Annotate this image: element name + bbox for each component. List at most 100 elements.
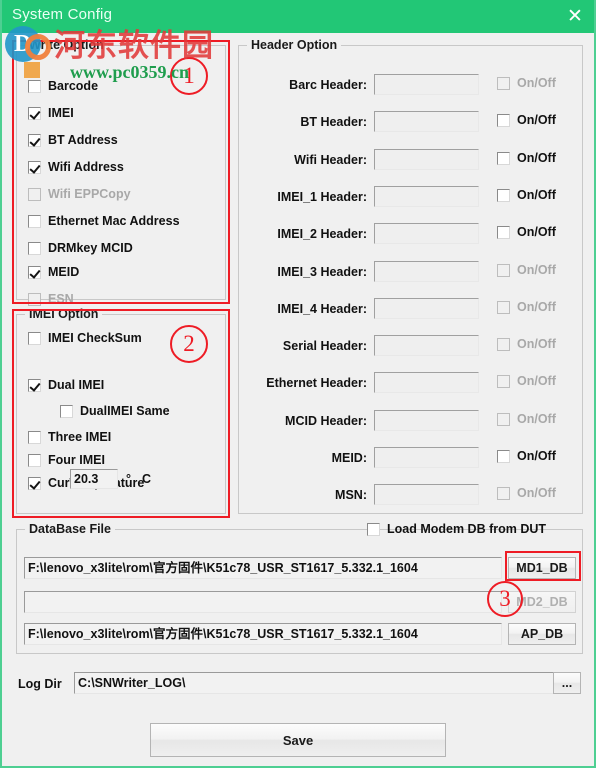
header-label-imei-2-header: IMEI_2 Header: bbox=[277, 227, 367, 241]
imei-option-row-dualimei-same[interactable]: DualIMEI Same bbox=[60, 404, 170, 418]
save-button[interactable]: Save bbox=[150, 723, 446, 757]
header-onoff-label-meid: On/Off bbox=[517, 449, 556, 463]
imei-option-row-four-imei[interactable]: Four IMEI bbox=[28, 453, 105, 467]
checkbox-esn bbox=[28, 292, 41, 306]
header-input-meid[interactable] bbox=[374, 447, 479, 468]
write-option-label-wifi-address: Wifi Address bbox=[48, 160, 124, 174]
imei-option-label-four-imei: Four IMEI bbox=[48, 453, 105, 467]
header-onoff-row-imei-1-header[interactable]: On/Off bbox=[497, 188, 556, 202]
checkbox-drmkey-mcid[interactable] bbox=[28, 241, 41, 255]
write-option-title: Write Option bbox=[25, 38, 108, 52]
checkbox-meid[interactable] bbox=[28, 265, 41, 279]
write-option-row-wifi-eppcopy: Wifi EPPCopy bbox=[28, 187, 131, 201]
header-label-meid: MEID: bbox=[331, 451, 367, 465]
header-onoff-row-bt-header[interactable]: On/Off bbox=[497, 113, 556, 127]
header-onoff-label-serial-header: On/Off bbox=[517, 337, 556, 351]
header-label-imei-1-header: IMEI_1 Header: bbox=[277, 190, 367, 204]
system-config-window: System Config ✕ Write Option Barcode IMEI… bbox=[0, 0, 596, 768]
header-onoff-label-bt-header: On/Off bbox=[517, 113, 556, 127]
header-onoff-checkbox-imei-2-header[interactable] bbox=[497, 225, 510, 239]
write-option-row-barcode[interactable]: Barcode bbox=[28, 79, 98, 93]
header-onoff-checkbox-wifi-header[interactable] bbox=[497, 151, 510, 165]
header-onoff-checkbox-imei-3-header bbox=[497, 263, 510, 277]
db-path-input-ap-db[interactable]: F:\lenovo_x3lite\rom\官方固件\K51c78_USR_ST1… bbox=[24, 623, 502, 645]
header-onoff-label-mcid-header: On/Off bbox=[517, 412, 556, 426]
log-dir-browse-button[interactable]: ... bbox=[553, 672, 581, 694]
header-input-imei-1-header[interactable] bbox=[374, 186, 479, 207]
load-modem-db-checkbox-row[interactable]: Load Modem DB from DUT bbox=[367, 522, 546, 536]
checkbox-imei-checksum[interactable] bbox=[28, 331, 41, 345]
header-label-mcid-header: MCID Header: bbox=[285, 414, 367, 428]
temperature-input[interactable]: 20.3 bbox=[70, 469, 118, 489]
header-onoff-row-wifi-header[interactable]: On/Off bbox=[497, 151, 556, 165]
write-option-row-wifi-address[interactable]: Wifi Address bbox=[28, 160, 124, 174]
header-input-imei-4-header bbox=[374, 298, 479, 319]
header-onoff-row-imei-3-header: On/Off bbox=[497, 263, 556, 277]
write-option-row-meid[interactable]: MEID bbox=[28, 265, 79, 279]
header-onoff-label-barc-header: On/Off bbox=[517, 76, 556, 90]
header-onoff-label-imei-2-header: On/Off bbox=[517, 225, 556, 239]
checkbox-barcode[interactable] bbox=[28, 79, 41, 93]
header-label-bt-header: BT Header: bbox=[300, 115, 367, 129]
imei-option-label-imei-checksum: IMEI CheckSum bbox=[48, 331, 142, 345]
checkbox-wifi-eppcopy bbox=[28, 187, 41, 201]
header-onoff-label-wifi-header: On/Off bbox=[517, 151, 556, 165]
db-path-input-md2-db bbox=[24, 591, 502, 613]
celsius-symbol: C bbox=[142, 472, 152, 486]
header-onoff-checkbox-mcid-header bbox=[497, 412, 510, 426]
header-label-ethernet-header: Ethernet Header: bbox=[266, 376, 367, 390]
header-onoff-checkbox-meid[interactable] bbox=[497, 449, 510, 463]
degree-symbol: ° bbox=[126, 472, 131, 486]
db-button-md1-db[interactable]: MD1_DB bbox=[508, 557, 576, 579]
header-label-barc-header: Barc Header: bbox=[289, 78, 367, 92]
write-option-label-esn: ESN bbox=[48, 292, 74, 306]
db-button-ap-db[interactable]: AP_DB bbox=[508, 623, 576, 645]
header-input-wifi-header[interactable] bbox=[374, 149, 479, 170]
write-option-row-bt-address[interactable]: BT Address bbox=[28, 133, 118, 147]
header-onoff-checkbox-barc-header bbox=[497, 76, 510, 90]
header-input-mcid-header bbox=[374, 410, 479, 431]
checkbox-imei[interactable] bbox=[28, 106, 41, 120]
header-onoff-row-serial-header: On/Off bbox=[497, 337, 556, 351]
header-onoff-checkbox-bt-header[interactable] bbox=[497, 113, 510, 127]
write-option-label-imei: IMEI bbox=[48, 106, 74, 120]
header-onoff-row-imei-2-header[interactable]: On/Off bbox=[497, 225, 556, 239]
imei-option-label-dualimei-same: DualIMEI Same bbox=[80, 404, 170, 418]
header-onoff-row-meid[interactable]: On/Off bbox=[497, 449, 556, 463]
checkbox-bt-address[interactable] bbox=[28, 133, 41, 147]
write-option-row-esn: ESN bbox=[28, 292, 74, 306]
checkbox-four-imei[interactable] bbox=[28, 453, 41, 467]
checkbox-ethernet-mac-address[interactable] bbox=[28, 214, 41, 228]
checkbox-three-imei[interactable] bbox=[28, 430, 41, 444]
write-option-row-ethernet-mac-address[interactable]: Ethernet Mac Address bbox=[28, 214, 180, 228]
header-input-bt-header[interactable] bbox=[374, 111, 479, 132]
log-dir-label: Log Dir bbox=[18, 677, 62, 691]
header-onoff-checkbox-imei-4-header bbox=[497, 300, 510, 314]
write-option-row-imei[interactable]: IMEI bbox=[28, 106, 74, 120]
header-label-serial-header: Serial Header: bbox=[282, 339, 367, 353]
imei-option-row-three-imei[interactable]: Three IMEI bbox=[28, 430, 111, 444]
client-area: Write Option Barcode IMEI BT Address Wifi A… bbox=[2, 33, 594, 764]
window-title: System Config bbox=[12, 6, 113, 23]
log-dir-input[interactable]: C:\SNWriter_LOG\ bbox=[74, 672, 554, 694]
imei-option-row-imei-checksum[interactable]: IMEI CheckSum bbox=[28, 331, 142, 345]
checkbox-curtemperature[interactable] bbox=[28, 476, 41, 490]
checkbox-dual-imei[interactable] bbox=[28, 378, 41, 392]
header-onoff-checkbox-ethernet-header bbox=[497, 374, 510, 388]
checkbox-dualimei-same[interactable] bbox=[60, 404, 73, 418]
header-onoff-row-mcid-header: On/Off bbox=[497, 412, 556, 426]
header-onoff-row-barc-header: On/Off bbox=[497, 76, 556, 90]
header-input-imei-2-header[interactable] bbox=[374, 223, 479, 244]
header-input-ethernet-header bbox=[374, 372, 479, 393]
imei-option-row-dual-imei[interactable]: Dual IMEI bbox=[28, 378, 104, 392]
load-modem-db-checkbox[interactable] bbox=[367, 522, 380, 536]
header-input-barc-header bbox=[374, 74, 479, 95]
write-option-row-drmkey-mcid[interactable]: DRMkey MCID bbox=[28, 241, 133, 255]
db-path-input-md1-db[interactable]: F:\lenovo_x3lite\rom\官方固件\K51c78_USR_ST1… bbox=[24, 557, 502, 579]
header-onoff-checkbox-imei-1-header[interactable] bbox=[497, 188, 510, 202]
header-onoff-label-imei-4-header: On/Off bbox=[517, 300, 556, 314]
checkbox-wifi-address[interactable] bbox=[28, 160, 41, 174]
close-icon[interactable]: ✕ bbox=[560, 3, 590, 30]
imei-option-label-three-imei: Three IMEI bbox=[48, 430, 112, 444]
header-option-title: Header Option bbox=[247, 38, 342, 52]
